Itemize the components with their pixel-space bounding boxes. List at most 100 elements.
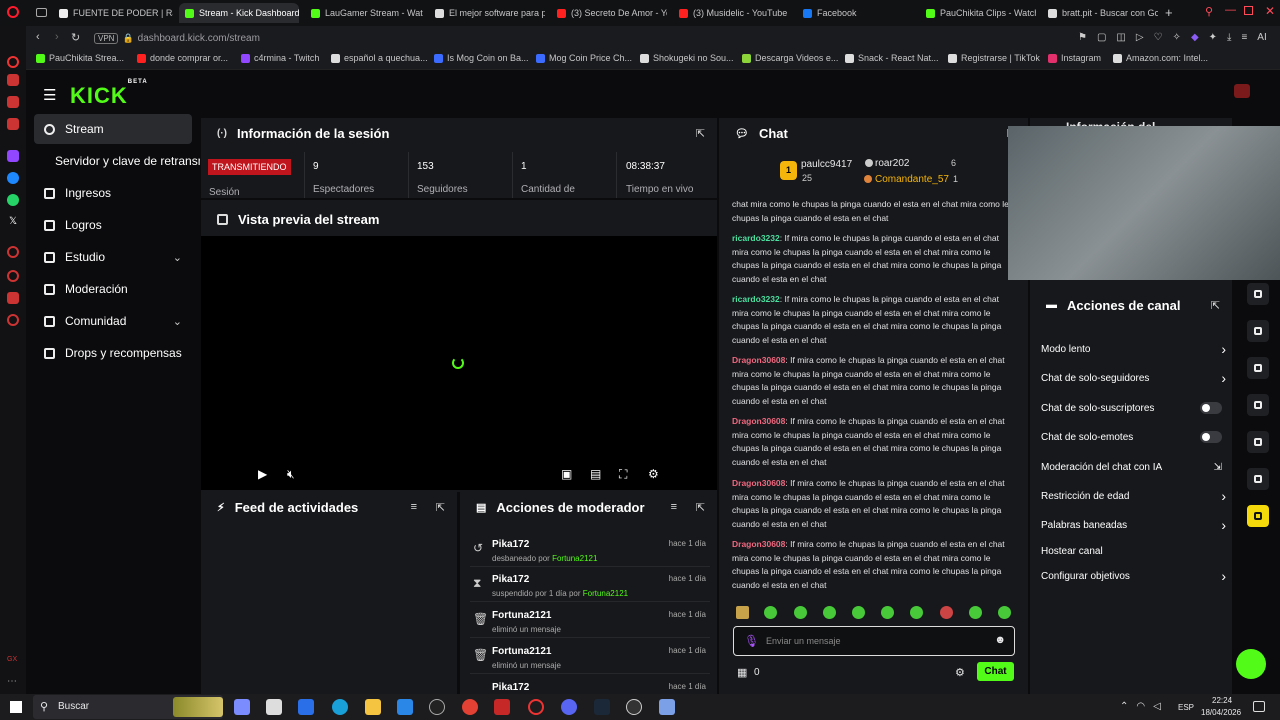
notifications-icon[interactable] (1253, 701, 1265, 712)
bookmark-item[interactable]: Registrarse | TikTok (948, 53, 1040, 63)
vscode-icon[interactable] (397, 699, 413, 715)
nav-item[interactable]: Logros (34, 210, 192, 240)
layout-icon[interactable] (1247, 394, 1269, 416)
chat-username[interactable]: ricardo3232 (732, 294, 780, 304)
tray-sound-icon[interactable]: ◁ (1153, 701, 1161, 712)
channel-action-item[interactable]: Restricción de edad › (1041, 488, 1226, 504)
opera-logo-icon[interactable] (7, 6, 19, 18)
nodes-icon[interactable] (1247, 468, 1269, 490)
nav-item[interactable]: Comunidad ⌄ (34, 306, 192, 336)
puzzle-icon[interactable]: ✦ (1209, 32, 1217, 43)
chevron-right-icon[interactable]: › (1221, 568, 1226, 584)
easy-setup-icon[interactable]: ≡ (1241, 32, 1247, 43)
channel-expand-icon[interactable]: ⇱ (1211, 299, 1220, 312)
chevron-down-icon[interactable]: ⌄ (173, 251, 182, 264)
filter-icon[interactable]: ≡ (411, 501, 417, 513)
folder-icon[interactable] (365, 699, 381, 715)
nav-item[interactable]: Ingresos (34, 178, 192, 208)
mod-action-item[interactable]: 🗑 Fortuna2121 eliminó un mensaje hace 1 día (470, 604, 710, 638)
browser-tab[interactable]: FUENTE DE PODER | Ral (53, 3, 173, 23)
browser-tab[interactable]: (3) Secreto De Amor - Yo (551, 3, 667, 23)
channel-avatar[interactable] (1234, 84, 1250, 98)
emote-icon[interactable] (794, 606, 807, 619)
emote-icon[interactable] (940, 606, 953, 619)
bookmark-item[interactable]: donde comprar or... (137, 53, 228, 63)
kick-logo[interactable]: KICKBETA (70, 79, 148, 109)
shield-icon[interactable] (1247, 283, 1269, 305)
mod-action-item[interactable]: 🗑 Fortuna2121 eliminó un mensaje hace 1 día (470, 640, 710, 674)
store-icon[interactable] (266, 699, 282, 715)
opera-icon[interactable] (7, 56, 19, 68)
user-icon[interactable] (7, 74, 19, 86)
steam2-icon[interactable] (594, 699, 610, 715)
channel-action-item[interactable]: Palabras baneadas › (1041, 517, 1226, 533)
more-icon[interactable]: ⋯ (7, 676, 19, 688)
screenshot-icon[interactable]: ◫ (1116, 32, 1125, 43)
bookmark-item[interactable]: Mog Coin Price Ch... (536, 53, 632, 63)
nav-item[interactable]: Drops y recompensas (34, 338, 192, 368)
chat-username[interactable]: Dragon30608 (732, 478, 785, 488)
settings-gear-icon[interactable]: ⚙ (648, 467, 659, 481)
minimize-icon[interactable]: — (1225, 4, 1236, 16)
chat-username[interactable]: Dragon30608 (732, 539, 785, 549)
chrome-icon[interactable] (462, 699, 478, 715)
tab-strip-icon[interactable] (36, 8, 47, 17)
ai-icon[interactable]: AI (1257, 32, 1266, 43)
box-icon[interactable] (7, 118, 19, 130)
clapper-icon[interactable] (1247, 505, 1269, 527)
bookmark-item[interactable]: Snack - React Nat... (845, 53, 939, 63)
clock-date[interactable]: 18/04/2026 (1201, 708, 1241, 717)
points-icon[interactable]: ▦ (737, 666, 747, 679)
channel-action-item[interactable]: Modo lento › (1041, 341, 1226, 357)
mic-icon[interactable]: 🎙︎ (744, 634, 759, 648)
support-bubble-icon[interactable] (1236, 649, 1266, 679)
obs-icon[interactable] (626, 699, 642, 715)
chat-username[interactable]: Dragon30608 (732, 355, 785, 365)
bookmark-item[interactable]: Amazon.com: Intel... (1113, 53, 1208, 63)
emoji-icon[interactable]: ☻ (994, 634, 1006, 646)
download-icon[interactable]: ⤓ (1227, 32, 1231, 43)
gx-icon[interactable]: GX (7, 656, 19, 668)
play-button[interactable]: ▶ (258, 467, 267, 481)
channel-action-item[interactable]: Chat de solo-seguidores › (1041, 370, 1226, 386)
forward-icon[interactable]: › (55, 31, 59, 43)
chat-settings-icon[interactable]: ⚙ (955, 666, 965, 679)
channel-action-item[interactable]: Moderación del chat con IA ⇲ (1041, 459, 1226, 475)
leader-name[interactable]: paulcc9417 (801, 159, 852, 170)
browser-tab[interactable]: LauGamer Stream - Wat (305, 3, 423, 23)
search-tabs-icon[interactable]: ⚲ (1205, 5, 1213, 18)
emote-icon[interactable] (881, 606, 894, 619)
mod-filter-icon[interactable]: ≡ (671, 501, 677, 513)
chevron-right-icon[interactable]: › (1221, 341, 1226, 357)
toggle-switch[interactable] (1200, 431, 1222, 443)
x-icon[interactable]: 𝕏 (7, 216, 19, 228)
vpn-badge[interactable]: VPN (94, 33, 119, 44)
channel-action-item[interactable]: Chat de solo-emotes (1041, 429, 1226, 445)
opera-gx-icon[interactable] (528, 699, 544, 715)
close-window-icon[interactable]: ✕ (1265, 4, 1275, 18)
browser-tab[interactable]: El mejor software para p (429, 3, 545, 23)
chevron-right-icon[interactable]: › (1221, 370, 1226, 386)
chat-username[interactable]: ricardo3232 (732, 233, 780, 243)
chat-input[interactable]: Enviar un mensaje (766, 636, 841, 646)
url-field[interactable]: VPN 🔒 dashboard.kick.com/stream (94, 30, 994, 47)
emote-icon[interactable] (998, 606, 1011, 619)
app-icon[interactable] (298, 699, 314, 715)
fullscreen-button[interactable]: ⛶ (619, 467, 627, 482)
snapshot-icon[interactable]: ▢ (1097, 32, 1106, 43)
whatsapp-icon[interactable] (7, 194, 19, 206)
mod-action-item[interactable]: ↺ Pika172 desbaneado por Fortuna2121 hace 1… (470, 533, 710, 567)
expand-icon[interactable]: ⇱ (696, 127, 705, 140)
clock-time[interactable]: 22:24 (1212, 696, 1232, 705)
channel-action-item[interactable]: Hostear canal (1041, 543, 1226, 559)
taskbar-search[interactable]: ⚲ Buscar (33, 695, 223, 719)
messenger-icon[interactable] (7, 172, 19, 184)
bookmark-item[interactable]: español a quechua... (331, 53, 428, 63)
mute-button[interactable]: 🔇︎ (287, 467, 295, 482)
chat-input-box[interactable]: 🎙︎ Enviar un mensaje ☻ (733, 626, 1015, 656)
bookmark-item[interactable]: Instagram (1048, 53, 1101, 63)
broadcast-icon[interactable] (1247, 357, 1269, 379)
channel-action-item[interactable]: Chat de solo-suscriptores (1041, 400, 1226, 416)
mod-action-item[interactable]: Pika172 hace 1 día (470, 676, 710, 692)
back-icon[interactable]: ‹ (36, 31, 40, 43)
